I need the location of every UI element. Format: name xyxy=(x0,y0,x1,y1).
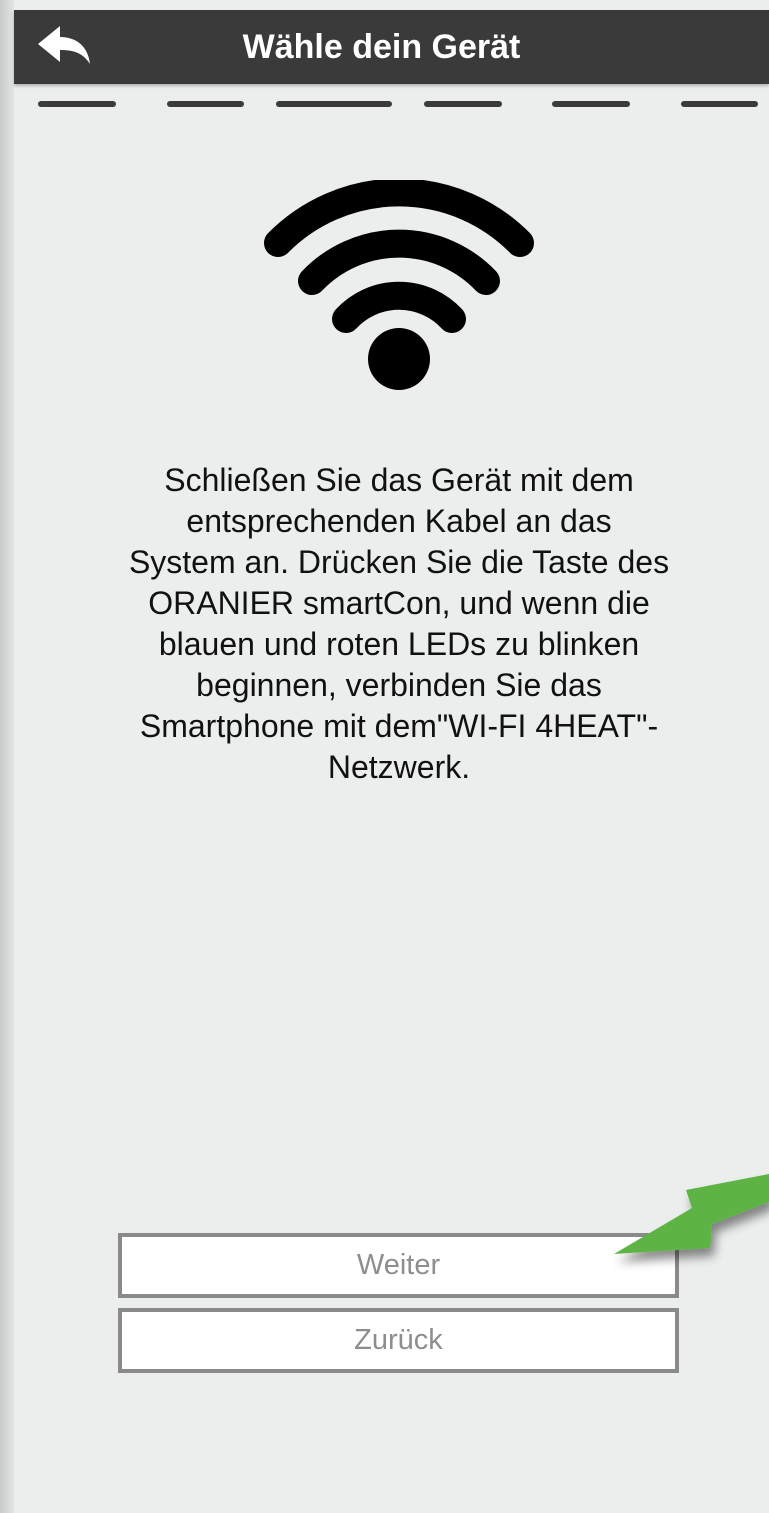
progress-step xyxy=(38,101,116,107)
wifi-icon xyxy=(264,180,534,390)
progress-step xyxy=(167,101,244,107)
edge-shadow xyxy=(0,0,14,1513)
step-progress-indicator xyxy=(0,101,769,109)
header-bar: Wähle dein Gerät xyxy=(14,10,769,84)
next-button[interactable]: Weiter xyxy=(118,1233,679,1298)
progress-step xyxy=(552,101,630,107)
progress-step xyxy=(424,101,502,107)
progress-step xyxy=(276,101,392,107)
back-nav-button[interactable]: Zurück xyxy=(118,1308,679,1373)
progress-step xyxy=(681,101,758,107)
page-title: Wähle dein Gerät xyxy=(242,28,521,66)
instruction-text: Schließen Sie das Gerät mit dem entsprec… xyxy=(128,462,670,785)
app-screen: Wähle dein Gerät Schließen Sie das Gerät… xyxy=(0,0,769,1513)
